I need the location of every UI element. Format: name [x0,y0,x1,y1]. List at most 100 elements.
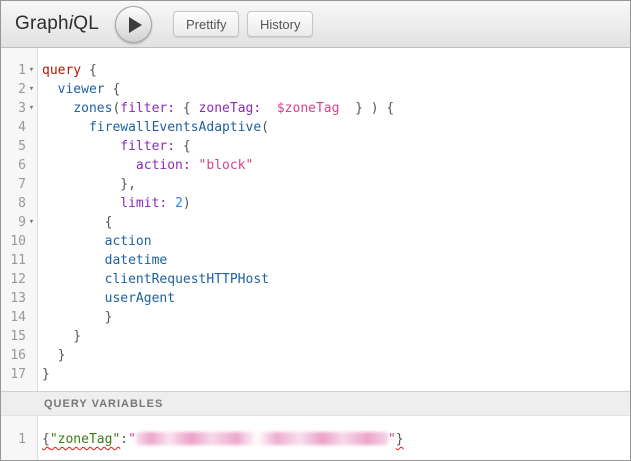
token-punc: { [105,82,121,97]
token-string: " [128,432,136,447]
line-number: 9 [1,213,26,232]
token-field: userAgent [105,291,175,306]
fold-gutter [26,289,37,308]
query-variables-title: QUERY VARIABLES [44,398,163,410]
token-string: " [388,432,396,447]
token-punc: }, [42,177,136,192]
toolbar: GraphiQL Prettify History [1,1,630,48]
code-text: action: "block" [37,156,253,175]
line-number: 1 [1,61,26,80]
line-number: 8 [1,194,26,213]
fold-gutter [26,175,37,194]
play-icon [129,17,142,33]
token-variable: $zoneTag [277,101,340,116]
code-line: 2▾ viewer { [1,80,630,99]
fold-gutter [26,365,37,384]
token-punc [42,139,120,154]
line-number: 15 [1,327,26,346]
line-number: 13 [1,289,26,308]
fold-gutter [26,232,37,251]
token-punc [191,158,199,173]
code-line: 11 datetime [1,251,630,270]
code-line: 1{"zoneTag":""} [1,430,630,449]
code-line: 9▾ { [1,213,630,232]
token-string: "block" [199,158,254,173]
line-number: 5 [1,137,26,156]
token-attr: limit: [120,196,167,211]
code-line: 16 } [1,346,630,365]
code-line: 1▾query { [1,61,630,80]
variables-editor-lines: 1{"zoneTag":""} [1,416,630,449]
code-text: query { [37,61,97,80]
token-punc [261,101,277,116]
code-text: action [37,232,152,251]
token-punc: : [120,432,128,447]
query-editor-lines: 1▾query {2▾ viewer {3▾ zones(filter: { z… [1,48,630,384]
token-attr: zoneTag: [199,101,262,116]
line-number: 14 [1,308,26,327]
token-punc [42,253,105,268]
token-punc [167,196,175,211]
token-punc: } [396,432,404,447]
history-button[interactable]: History [247,11,313,37]
query-variables-header[interactable]: QUERY VARIABLES [1,391,630,416]
query-editor[interactable]: 1▾query {2▾ viewer {3▾ zones(filter: { z… [1,48,630,391]
code-line: 6 action: "block" [1,156,630,175]
code-line: 10 action [1,232,630,251]
token-punc: { [81,63,97,78]
code-line: 8 limit: 2) [1,194,630,213]
fold-gutter [26,194,37,213]
fold-gutter [26,308,37,327]
token-punc [42,234,105,249]
fold-gutter [26,346,37,365]
code-text: } [37,308,112,327]
token-field: clientRequestHTTPHost [105,272,269,287]
line-number: 12 [1,270,26,289]
code-text: } [37,346,65,365]
fold-arrow-icon[interactable]: ▾ [26,80,37,99]
code-line: 17} [1,365,630,384]
code-text: viewer { [37,80,120,99]
line-number: 7 [1,175,26,194]
line-number: 16 [1,346,26,365]
line-number: 6 [1,156,26,175]
app-title: GraphiQL [15,13,99,35]
code-line: 7 }, [1,175,630,194]
variables-editor[interactable]: 1{"zoneTag":""} [1,416,630,461]
code-text: zones(filter: { zoneTag: $zoneTag } ) { [37,99,394,118]
fold-gutter [26,137,37,156]
code-line: 5 filter: { [1,137,630,156]
token-punc: } [42,329,81,344]
fold-arrow-icon[interactable]: ▾ [26,213,37,232]
token-punc: { [175,139,191,154]
code-text: datetime [37,251,167,270]
token-attr: filter: [120,139,175,154]
fold-arrow-icon[interactable]: ▾ [26,61,37,80]
fold-gutter [26,118,37,137]
token-punc: { [42,432,50,447]
code-text: firewallEventsAdaptive( [37,118,269,137]
line-number: 4 [1,118,26,137]
token-punc: } [42,310,112,325]
line-number: 17 [1,365,26,384]
token-attr: action: [136,158,191,173]
line-number: 2 [1,80,26,99]
token-punc [42,272,105,287]
token-field: datetime [105,253,168,268]
code-line: 4 firewallEventsAdaptive( [1,118,630,137]
code-text: limit: 2) [37,194,191,213]
token-field: zones [73,101,112,116]
code-line: 14 } [1,308,630,327]
fold-arrow-icon[interactable]: ▾ [26,99,37,118]
code-text: clientRequestHTTPHost [37,270,269,289]
token-punc: ) [183,196,191,211]
fold-gutter [26,270,37,289]
token-number: 2 [175,196,183,211]
prettify-button[interactable]: Prettify [173,11,239,37]
token-punc: { [175,101,198,116]
code-text: filter: { [37,137,191,156]
code-line: 3▾ zones(filter: { zoneTag: $zoneTag } )… [1,99,630,118]
execute-query-button[interactable] [115,6,152,43]
code-text: { [37,213,112,232]
token-punc [42,82,58,97]
